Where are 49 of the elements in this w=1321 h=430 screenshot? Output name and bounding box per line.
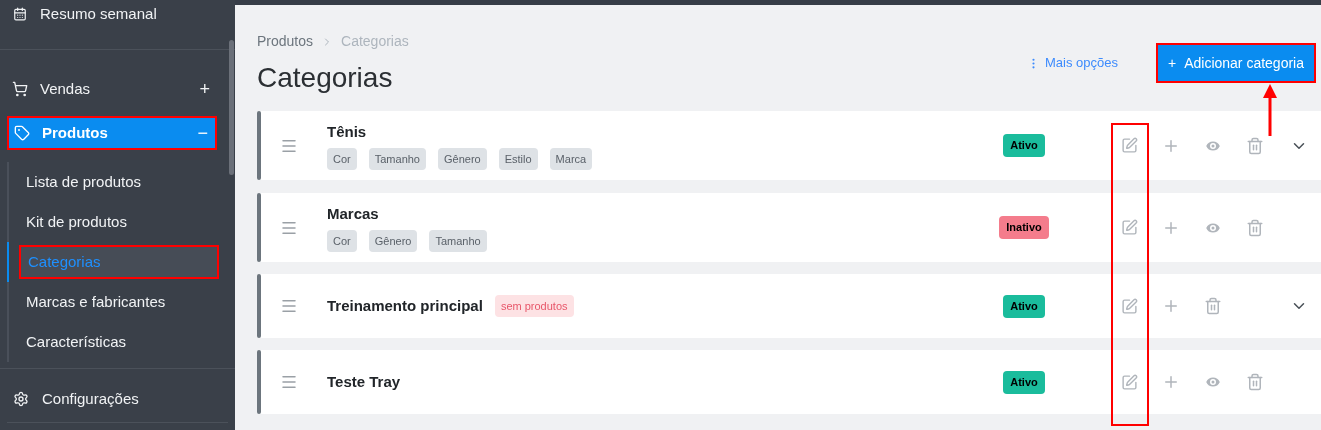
edit-icon[interactable]: [1120, 297, 1138, 315]
row-accent-bar: [257, 274, 261, 338]
drag-handle-icon[interactable]: [280, 297, 298, 315]
calendar-icon: [13, 7, 27, 21]
status-badge: Ativo: [1003, 134, 1045, 157]
edit-icon[interactable]: [1120, 219, 1138, 236]
delete-icon[interactable]: [1246, 218, 1264, 237]
status-badge: Inativo: [999, 216, 1049, 239]
tag-icon: [14, 125, 30, 141]
status-badge: Ativo: [1003, 294, 1045, 318]
category-name: Tênis: [327, 122, 367, 143]
category-name: Treinamento principal: [327, 295, 483, 316]
annotation-arrow: [1262, 84, 1278, 136]
edit-icon[interactable]: [1120, 373, 1138, 391]
tag-chip: Gênero: [368, 229, 418, 252]
page-title: Categorias: [257, 64, 394, 92]
sidebar-item[interactable]: Vendas +: [7, 72, 217, 106]
category-name: Marcas: [327, 204, 379, 225]
cart-icon: [12, 81, 28, 97]
submenu-item[interactable]: Características: [19, 325, 219, 359]
tag-chip: Tamanho: [368, 147, 426, 170]
row-accent-bar: [257, 111, 261, 180]
submenu-item[interactable]: Lista de produtos: [19, 165, 219, 199]
row-accent-bar: [257, 193, 261, 262]
breadcrumb-item: Categorias: [341, 32, 409, 51]
add-icon[interactable]: [1162, 297, 1180, 315]
tag-chip: Marca: [549, 147, 593, 170]
tag-chip: Cor: [327, 147, 357, 170]
status-badge: Ativo: [1003, 370, 1045, 394]
sidebar-item[interactable]: Resumo semanal: [0, 0, 235, 28]
breadcrumb-item[interactable]: Produtos: [257, 31, 314, 52]
tag-chip: Gênero: [438, 147, 487, 170]
row-accent-bar: [257, 350, 261, 414]
add-icon[interactable]: [1162, 373, 1180, 391]
scrollbar[interactable]: [229, 40, 234, 175]
delete-icon[interactable]: [1246, 136, 1264, 155]
empty-badge: sem produtos: [494, 295, 574, 317]
delete-icon[interactable]: [1204, 297, 1222, 315]
drag-handle-icon[interactable]: [280, 373, 298, 391]
submenu-item[interactable]: Marcas e fabricantes: [19, 285, 219, 319]
submenu-item[interactable]: Kit de produtos: [19, 205, 219, 239]
tag-chip: Estilo: [498, 147, 538, 170]
settings-icon: [13, 391, 29, 407]
sidebar-item[interactable]: Configurações: [0, 387, 235, 411]
edit-icon[interactable]: [1120, 137, 1138, 154]
tag-chip: Cor: [327, 229, 357, 252]
category-name: Teste Tray: [327, 371, 401, 392]
delete-icon[interactable]: [1246, 373, 1264, 391]
tag-chip: Tamanho: [429, 229, 487, 252]
